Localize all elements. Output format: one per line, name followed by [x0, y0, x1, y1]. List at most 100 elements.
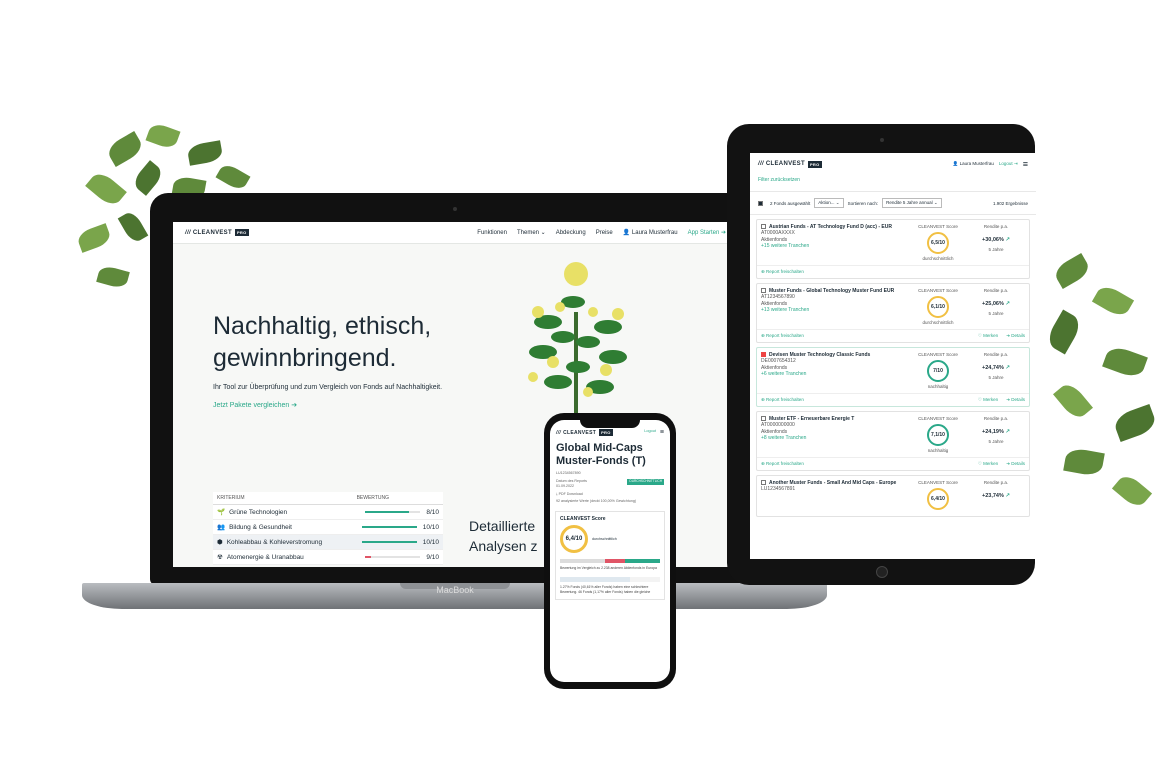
fund-name[interactable]: Austrian Funds - AT Technology Fund D (a…	[769, 224, 892, 230]
user-menu[interactable]: 👤 Laura Musterfrau	[953, 161, 994, 167]
macbook-label: MacBook	[436, 585, 474, 595]
score-ring: 6,1/10	[927, 296, 949, 318]
sort-select[interactable]: Rendite 5 Jahre annual ⌄	[882, 198, 942, 208]
tranches-link[interactable]: +8 weitere Tranchen	[761, 435, 806, 441]
return-value: +30,06%	[981, 237, 1004, 243]
fund-name[interactable]: Muster ETF - Erneuerbare Energie T	[769, 416, 854, 422]
fund-card[interactable]: Muster ETF - Erneuerbare Energie T AT0000…	[756, 411, 1030, 471]
plant-right-decoration	[1035, 250, 1165, 540]
tablet-navbar: /// CLEANVEST PRO 👤 Laura Musterfrau Log…	[750, 153, 1036, 175]
download-icon: ⤓	[556, 491, 558, 496]
logo-mark-icon: ///	[185, 229, 191, 236]
fund-name[interactable]: Muster Funds - Global Technology Muster …	[769, 288, 894, 294]
score-scale-bar	[560, 558, 660, 563]
reset-filter-link[interactable]: Filter zurücksetzen	[750, 175, 1036, 191]
compare-packages-link[interactable]: Jetzt Pakete vergleichen ➔	[213, 401, 442, 409]
fund-card[interactable]: Muster Funds - Global Technology Muster …	[756, 283, 1030, 343]
report-unlock-link[interactable]: ⊕ Report freischalten	[761, 269, 804, 275]
logo[interactable]: /// CLEANVEST PRO	[185, 229, 249, 236]
score-card: CLEANVEST Score 6,4/10 durchschnittlich …	[555, 510, 665, 600]
merken-button[interactable]: ♡ Merken	[978, 461, 998, 466]
report-date-row: Datum des Reports 01.09.2022 DURCHSCHNITT…	[556, 478, 664, 488]
fund-card[interactable]: Devisen Muster Technology Classic Funds D…	[756, 347, 1030, 407]
details-button[interactable]: ➔ Details	[1006, 333, 1025, 338]
score-ring: 6,5/10	[927, 232, 949, 254]
hero-title: Nachhaltig, ethisch, gewinnbringend.	[213, 312, 432, 372]
merken-button[interactable]: ♡ Merken	[978, 333, 998, 338]
plus-circle-icon: ⊕	[761, 269, 765, 274]
fund-type: Aktienfonds	[761, 236, 788, 243]
fund-name[interactable]: Another Muster Funds - Small And Mid Cap…	[769, 480, 896, 486]
pdf-download-link[interactable]: ⤓ PDF Download	[550, 491, 670, 499]
fund-checkbox[interactable]	[761, 224, 766, 230]
tranches-link[interactable]: +6 weitere Tranchen	[761, 371, 806, 377]
fund-checkbox[interactable]	[761, 416, 766, 422]
logo[interactable]: /// CLEANVEST PRO	[556, 429, 613, 436]
fund-checkbox[interactable]	[761, 352, 766, 358]
tablet-home-button[interactable]	[876, 566, 888, 578]
fund-isin: DE0007654312	[761, 358, 796, 365]
logo-mark-icon: ///	[556, 429, 562, 436]
phone-notch	[580, 420, 640, 428]
nav-item-preise[interactable]: Preise	[596, 230, 613, 236]
score-rating: durchschnittlich	[592, 536, 617, 541]
merken-button[interactable]: ♡ Merken	[978, 397, 998, 402]
tablet-screen: /// CLEANVEST PRO 👤 Laura Musterfrau Log…	[750, 153, 1036, 559]
trend-up-icon: ↗	[1005, 429, 1010, 435]
report-unlock-link[interactable]: ⊕ Report freischalten	[761, 333, 804, 339]
score-ring: 6,4/10	[560, 524, 588, 553]
fund-toolbar: 2 Fonds ausgewählt Aktion... ⌄ Sortieren…	[750, 191, 1036, 215]
nav-item-funktionen[interactable]: Funktionen	[477, 230, 507, 236]
score-rating: durchschnittlich	[922, 320, 954, 325]
report-unlock-link[interactable]: ⊕ Report freischalten	[761, 461, 804, 467]
return-value: +24,74%	[981, 365, 1004, 371]
fund-card[interactable]: Another Muster Funds - Small And Mid Cap…	[756, 475, 1030, 517]
action-select[interactable]: Aktion... ⌄	[814, 198, 844, 208]
score-ring: 6,4/10	[927, 488, 949, 510]
column-kriterium: KRITERIUM	[217, 495, 245, 501]
fund-isin: LU1234567890	[556, 471, 581, 475]
fund-checkbox[interactable]	[761, 288, 766, 294]
fund-type: Aktienfonds	[761, 428, 788, 435]
hamburger-menu-icon[interactable]: ≡	[660, 429, 664, 436]
details-button[interactable]: ➔ Details	[1006, 461, 1025, 466]
fund-checkbox[interactable]	[761, 480, 766, 486]
criteria-table: KRITERIUM BEWERTUNG 🌱 Grüne Technologien …	[213, 492, 443, 565]
tranches-link[interactable]: +13 weitere Tranchen	[761, 307, 809, 313]
hamburger-menu-icon[interactable]: ≡	[1023, 159, 1028, 169]
nav-item-themen[interactable]: Themen ⌄	[517, 229, 546, 236]
fund-name[interactable]: Devisen Muster Technology Classic Funds	[769, 352, 870, 358]
arrow-circle-icon: ➔	[1006, 333, 1010, 338]
fund-isin: AT1234567890	[761, 294, 795, 301]
heart-icon: ♡	[977, 397, 982, 402]
fund-type: Aktienfonds	[761, 364, 788, 371]
logout-link[interactable]: Logout	[644, 429, 656, 436]
return-value: +23,74%	[981, 493, 1004, 499]
report-unlock-link[interactable]: ⊕ Report freischalten	[761, 397, 804, 403]
details-button[interactable]: ➔ Details	[1006, 397, 1025, 402]
fund-isin: AT0000000000	[761, 422, 795, 429]
logo[interactable]: /// CLEANVEST PRO	[758, 160, 822, 168]
score-card-title: CLEANVEST Score	[560, 515, 606, 522]
leaf-icon: 🌱	[217, 509, 226, 516]
logout-link[interactable]: Logout ⇥	[999, 161, 1018, 167]
arrow-circle-icon: ➔	[1006, 461, 1010, 466]
fund-type: Aktienfonds	[761, 300, 788, 307]
fund-card-footer: ⊕ Report freischalten ♡ Merken ➔ Details	[757, 393, 1029, 406]
radiation-icon: ☢	[217, 554, 223, 561]
fund-card-footer: ⊕ Report freischalten ♡ Merken ➔ Details	[757, 329, 1029, 342]
select-all-checkbox[interactable]	[758, 200, 763, 206]
coverage-text: 92 analysierte Werte (deckt 100,00% Gewi…	[556, 499, 637, 503]
return-period: 5 Jahre	[988, 247, 1004, 252]
user-icon: 👤	[952, 161, 959, 166]
tranches-link[interactable]: +15 weitere Tranchen	[761, 243, 809, 249]
phone-screen: /// CLEANVEST PRO Logout ≡ Global Mid-Ca…	[550, 420, 670, 682]
trend-up-icon: ↗	[1005, 301, 1010, 307]
return-period: 5 Jahre	[988, 439, 1004, 444]
fund-card[interactable]: Austrian Funds - AT Technology Fund D (a…	[756, 219, 1030, 279]
fund-isin: LU1234567891	[761, 486, 796, 493]
app-starten-link[interactable]: App Starten ➔	[688, 229, 726, 236]
user-menu[interactable]: 👤 Laura Musterfrau	[623, 229, 678, 236]
logo-mark-icon: ///	[758, 161, 764, 167]
nav-item-abdeckung[interactable]: Abdeckung	[556, 230, 586, 236]
